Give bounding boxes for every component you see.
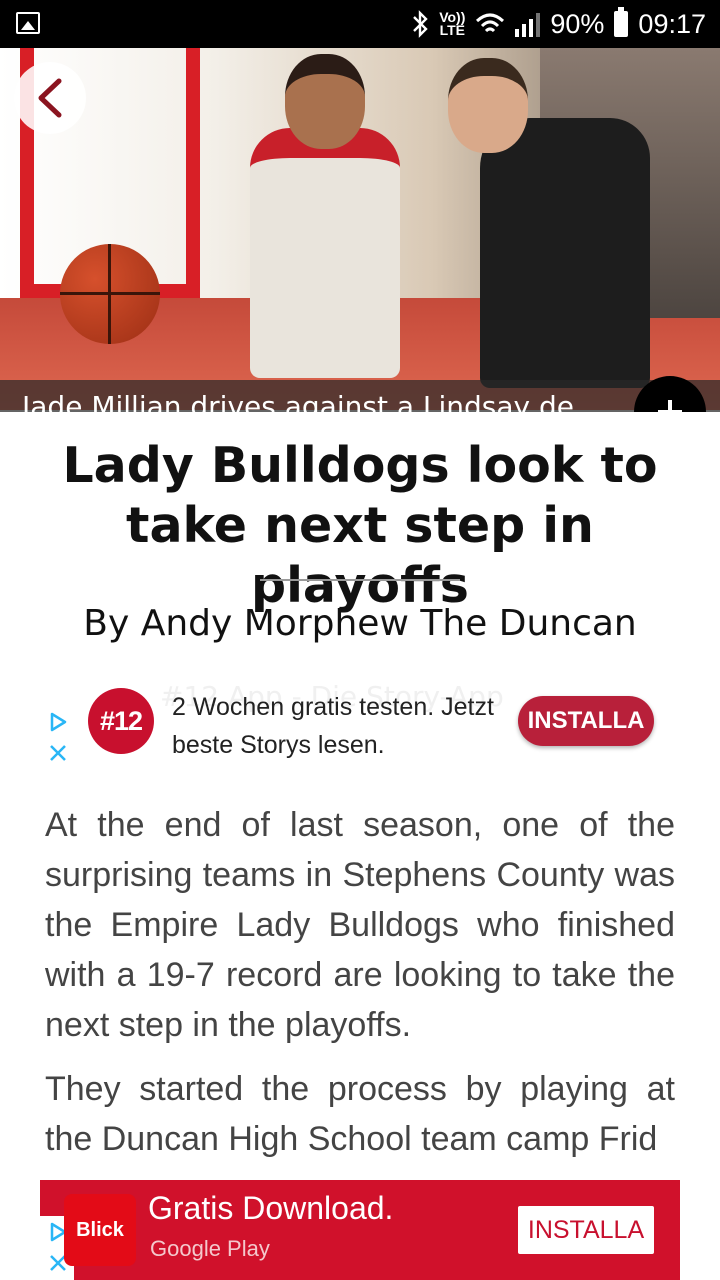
signal-icon [515, 11, 541, 37]
photo-caption: Jade Millian drives against a Lindsay de [0, 380, 720, 412]
ad-install-button[interactable]: INSTALLA [518, 696, 654, 746]
basketball [60, 244, 160, 344]
volte-indicator: Vo)) LTE [439, 9, 466, 38]
headline-divider [260, 579, 460, 581]
banner-store: Google Play [150, 1236, 270, 1261]
article-headline: Lady Bulldogs look to take next step in … [62, 437, 658, 614]
bottom-banner-ad[interactable]: Blick Gratis Download. Google Play INSTA… [40, 1180, 680, 1280]
article-body: At the end of last season, one of the su… [45, 800, 675, 1180]
battery-icon [614, 7, 629, 37]
blick-logo: Blick [64, 1194, 136, 1266]
back-button[interactable] [14, 62, 86, 134]
banner-title: Gratis Download. [148, 1190, 394, 1226]
article-content: Lady Bulldogs look to take next step in … [0, 412, 720, 1280]
banner-install-button[interactable]: INSTALLA [518, 1206, 654, 1254]
article-byline: By Andy Morphew The Duncan [83, 603, 637, 644]
bluetooth-icon [413, 10, 428, 38]
chevron-left-icon [38, 78, 62, 118]
battery-percent: 90% [550, 8, 605, 39]
hero-photo[interactable] [0, 48, 720, 410]
article-paragraph: At the end of last season, one of the su… [45, 806, 675, 1044]
article-paragraph: They started the process by playing at t… [45, 1070, 675, 1158]
status-icons: Vo)) LTE 90% 09:17 [411, 0, 706, 48]
inline-ad[interactable]: #12 App - Die Story-App #12 2 Wochen gra… [40, 676, 680, 782]
wifi-icon [476, 13, 505, 33]
ad-close-icon[interactable] [49, 744, 67, 762]
adchoices-icon[interactable] [48, 712, 68, 732]
clock: 09:17 [638, 8, 706, 39]
ad-app-logo: #12 [88, 688, 154, 754]
ad-text: 2 Wochen gratis testen. Jetzt beste Stor… [172, 693, 494, 759]
status-bar: Vo)) LTE 90% 09:17 [0, 0, 720, 48]
gallery-icon [16, 12, 40, 34]
